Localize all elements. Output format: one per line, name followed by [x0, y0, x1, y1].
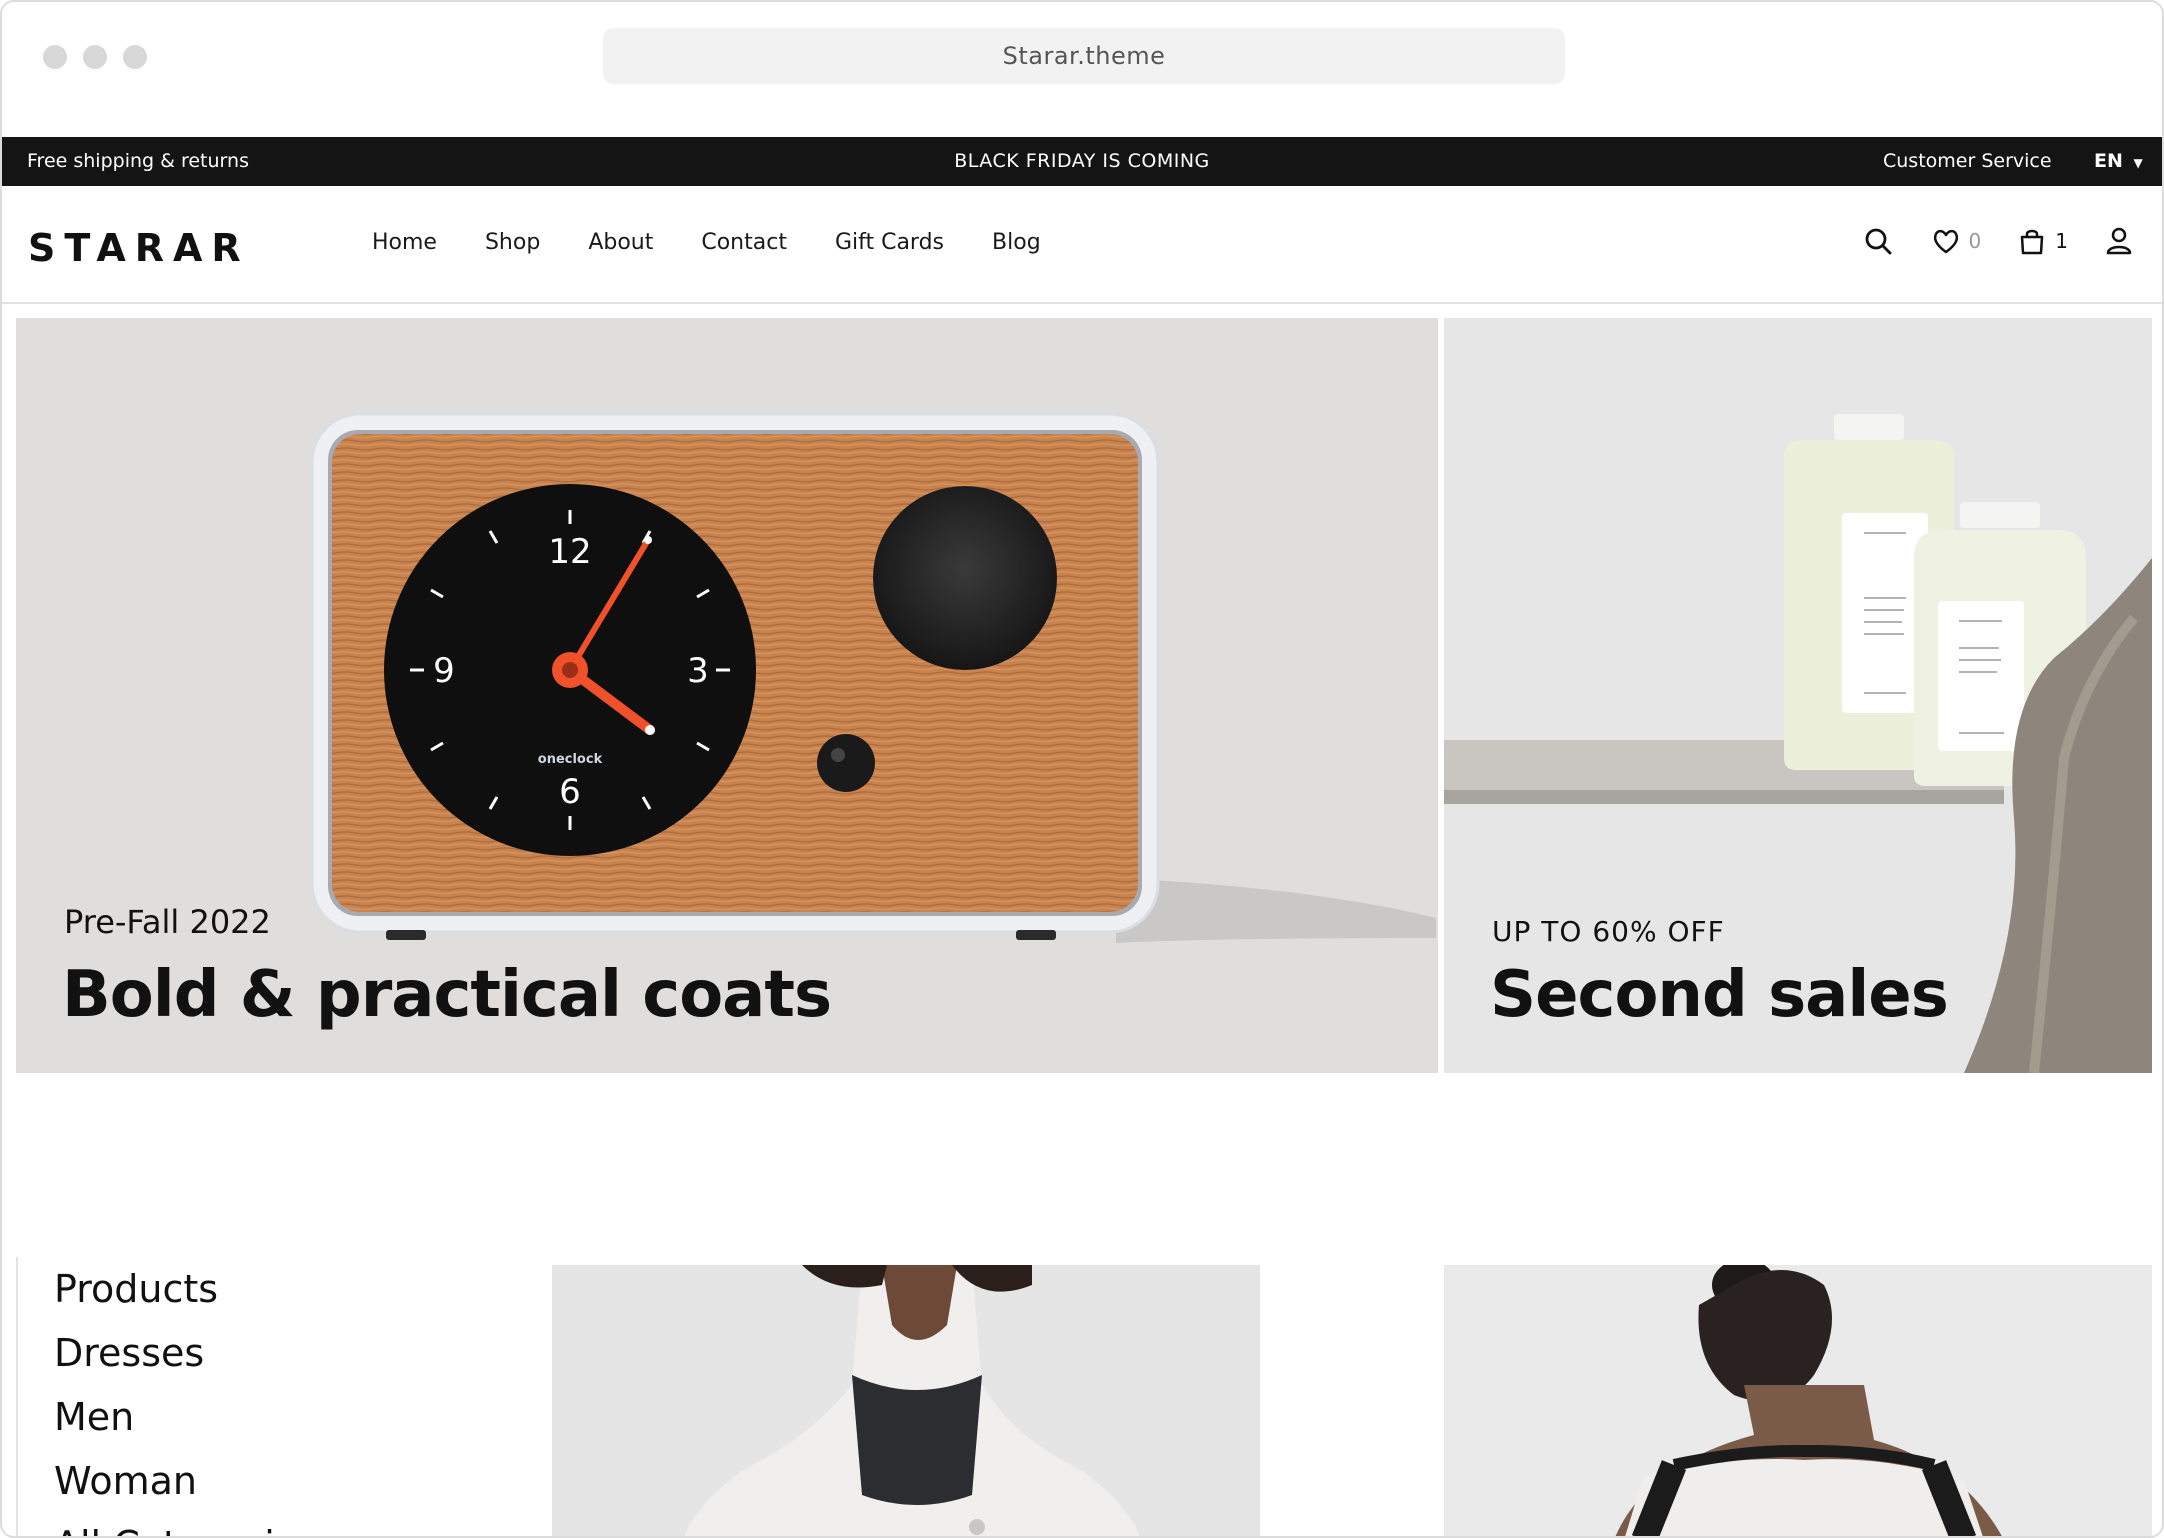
product-card-image-1[interactable] — [552, 1265, 1260, 1536]
promo-banner-text: BLACK FRIDAY IS COMING — [954, 150, 1210, 172]
site-logo[interactable]: STARAR — [28, 226, 250, 270]
announcement-bar: Free shipping & returns BLACK FRIDAY IS … — [2, 137, 2162, 186]
hero-right-title: Second sales — [1490, 958, 1949, 1032]
shopping-bag-icon — [2021, 229, 2044, 255]
header-actions: 0 1 — [1863, 226, 2134, 256]
nav-gift-cards[interactable]: Gift Cards — [835, 230, 944, 255]
customer-service-link[interactable]: Customer Service — [1883, 150, 2052, 172]
nav-home[interactable]: Home — [372, 230, 437, 255]
language-selector[interactable]: EN ▼ — [2094, 150, 2143, 172]
main-nav: Home Shop About Contact Gift Cards Blog — [372, 230, 1089, 255]
window-maximize-dot[interactable] — [123, 45, 147, 69]
hero-right-kicker: UP TO 60% OFF — [1492, 915, 1725, 948]
chevron-down-icon: ▼ — [2133, 156, 2143, 170]
clock-numeral-3: 3 — [687, 651, 709, 691]
category-item-woman[interactable]: Woman — [54, 1449, 416, 1513]
window-minimize-dot[interactable] — [83, 45, 107, 69]
hero-banner-sales[interactable]: UP TO 60% OFF Second sales — [1444, 318, 2152, 1073]
category-item-all[interactable]: All Categories — [54, 1513, 416, 1536]
wishlist-count: 0 — [1968, 229, 1982, 253]
hero-left-title: Bold & practical coats — [62, 958, 832, 1032]
nav-shop[interactable]: Shop — [485, 230, 540, 255]
site-header: STARAR Home Shop About Contact Gift Card… — [2, 186, 2162, 304]
model-back-image — [1615, 1265, 2002, 1536]
category-list: Products Dresses Men Woman All Categorie… — [16, 1257, 416, 1536]
hero-left-kicker: Pre-Fall 2022 — [64, 903, 271, 941]
search-button[interactable] — [1863, 226, 1893, 256]
hero-banner-coats[interactable]: 12 3 6 9 oneclock Pre-Fall 2022 Bold & p… — [16, 318, 1438, 1073]
user-icon — [2106, 227, 2132, 255]
clock-brand-text: oneclock — [538, 752, 603, 767]
nav-contact[interactable]: Contact — [701, 230, 787, 255]
product-card-image-2[interactable] — [1444, 1265, 2152, 1536]
window-close-dot[interactable] — [43, 45, 67, 69]
account-button[interactable] — [2104, 226, 2134, 256]
category-item-men[interactable]: Men — [54, 1385, 416, 1449]
model-front-image — [683, 1265, 1141, 1536]
category-item-dresses[interactable]: Dresses — [54, 1321, 416, 1385]
category-item-products[interactable]: Products — [54, 1257, 416, 1321]
nav-about[interactable]: About — [588, 230, 653, 255]
cart-button[interactable]: 1 — [2017, 226, 2068, 256]
cart-count: 1 — [2055, 229, 2068, 253]
language-label: EN — [2094, 150, 2123, 172]
clock-numeral-6: 6 — [559, 772, 581, 812]
wishlist-button[interactable]: 0 — [1931, 226, 1982, 256]
clock-numeral-9: 9 — [433, 651, 455, 691]
clock-numeral-12: 12 — [548, 532, 591, 572]
browser-window: Starar.theme Free shipping & returns BLA… — [0, 0, 2164, 1538]
address-bar[interactable]: Starar.theme — [603, 28, 1565, 84]
heart-icon — [1933, 229, 1958, 254]
nav-blog[interactable]: Blog — [992, 230, 1041, 255]
browser-chrome: Starar.theme — [2, 2, 2162, 137]
search-icon — [1865, 228, 1891, 255]
